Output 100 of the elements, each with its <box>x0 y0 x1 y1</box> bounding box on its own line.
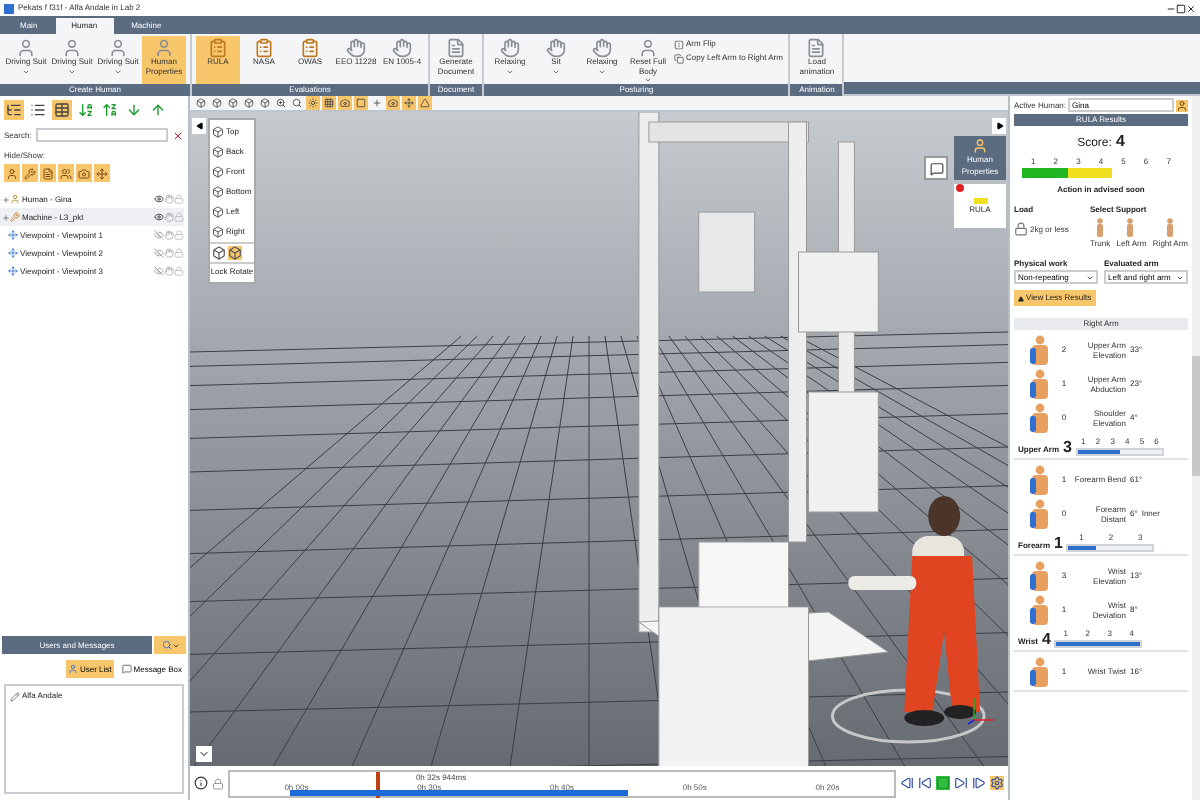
cube-icon[interactable] <box>226 96 240 110</box>
clipboard-icon <box>300 38 320 58</box>
eye-off-icon[interactable] <box>154 248 164 258</box>
move-icon[interactable] <box>402 96 416 110</box>
hand-icon <box>592 38 612 58</box>
cube-icon <box>212 166 224 178</box>
expand-icon[interactable] <box>2 195 10 203</box>
copy-icon <box>674 53 684 63</box>
posture-icon <box>1026 593 1054 625</box>
app-logo-icon <box>4 3 14 13</box>
arrow-up-icon[interactable] <box>148 100 168 120</box>
hand-icon[interactable] <box>164 266 174 276</box>
table-icon[interactable] <box>52 100 72 120</box>
cube-icon[interactable] <box>258 96 272 110</box>
eye-off-icon[interactable] <box>154 266 164 276</box>
cube-icon[interactable] <box>212 246 226 260</box>
message-icon <box>121 664 132 674</box>
hand-icon[interactable] <box>164 230 174 240</box>
wrench-icon <box>10 212 20 222</box>
clear-icon[interactable] <box>172 129 184 141</box>
cube-icon[interactable] <box>210 96 224 110</box>
square-icon[interactable] <box>354 96 368 110</box>
skip-back-icon[interactable] <box>918 776 932 790</box>
seated-figure-icon[interactable] <box>1124 218 1139 238</box>
expand-icon[interactable] <box>2 213 10 221</box>
move-icon <box>8 248 18 258</box>
sun-icon[interactable] <box>306 96 320 110</box>
search-icon[interactable] <box>290 96 304 110</box>
sort-descending-icon[interactable] <box>100 100 120 120</box>
person-icon <box>16 38 36 58</box>
total-score: 4 <box>1041 630 1051 648</box>
person-icon <box>108 38 128 58</box>
flip-icon <box>674 39 684 49</box>
skip-forward-icon[interactable] <box>954 776 968 790</box>
user-search-button[interactable] <box>154 636 186 654</box>
move-icon <box>8 230 18 240</box>
arrow-down-icon[interactable] <box>124 100 144 120</box>
person-icon <box>62 38 82 58</box>
move-icon[interactable] <box>94 164 110 182</box>
sort-ascending-icon[interactable] <box>76 100 96 120</box>
cube-icon <box>212 226 224 238</box>
maximize-icon[interactable] <box>1176 3 1186 13</box>
hand-icon <box>392 38 412 58</box>
triangle-icon[interactable] <box>418 96 432 110</box>
person-icon[interactable] <box>4 164 20 182</box>
person-icon[interactable] <box>1176 99 1188 111</box>
person-icon <box>638 38 658 58</box>
posture-icon <box>1026 497 1054 529</box>
move-icon <box>8 266 18 276</box>
hand-icon <box>500 38 520 58</box>
document-icon[interactable] <box>40 164 56 182</box>
score-value: 4 <box>1115 130 1125 154</box>
total-score: 1 <box>1054 534 1063 552</box>
search-field[interactable] <box>35 128 168 142</box>
cube-icon[interactable] <box>194 96 208 110</box>
caret-icon <box>198 748 210 760</box>
plus-icon[interactable] <box>370 96 384 110</box>
camera-icon[interactable] <box>76 164 92 182</box>
step-back-icon[interactable] <box>900 776 914 790</box>
cube-icon <box>212 146 224 158</box>
zoom-icon[interactable] <box>274 96 288 110</box>
eye-icon[interactable] <box>154 212 164 222</box>
people-icon[interactable] <box>58 164 74 182</box>
eye-off-icon[interactable] <box>154 230 164 240</box>
camera-icon[interactable] <box>338 96 352 110</box>
lock-icon[interactable] <box>212 777 224 789</box>
cube-icon <box>212 126 224 138</box>
posture-icon <box>1026 333 1054 365</box>
seated-figure-icon[interactable] <box>1163 218 1178 238</box>
person-icon <box>67 664 78 674</box>
posture-icon <box>1026 559 1054 591</box>
tree-icon[interactable] <box>4 100 24 120</box>
cube-icon[interactable] <box>242 96 256 110</box>
total-score: 3 <box>1063 438 1072 456</box>
clipboard-icon <box>254 38 274 58</box>
search-icon <box>161 640 171 650</box>
person-icon <box>10 194 20 204</box>
collapse-left-button[interactable] <box>192 118 206 134</box>
posture-icon <box>1026 655 1054 687</box>
hand-icon[interactable] <box>164 248 174 258</box>
settings-icon[interactable] <box>990 776 1004 790</box>
wrench-icon[interactable] <box>22 164 38 182</box>
collapse-right-button[interactable] <box>992 118 1006 134</box>
triangle-icon <box>1018 295 1024 301</box>
document-icon <box>446 38 466 58</box>
comment-icon[interactable] <box>924 156 948 180</box>
seated-figure-icon[interactable] <box>1093 218 1108 238</box>
camera-icon[interactable] <box>386 96 400 110</box>
collapse-down-button[interactable] <box>196 746 212 762</box>
perspective-icon[interactable] <box>228 246 242 260</box>
step-forward-icon[interactable] <box>972 776 986 790</box>
posture-icon <box>1026 401 1054 433</box>
cube-icon <box>212 186 224 198</box>
grid-icon[interactable] <box>322 96 336 110</box>
info-icon[interactable] <box>194 776 208 790</box>
axes-icon <box>968 694 996 726</box>
eye-icon[interactable] <box>154 194 164 204</box>
document-icon <box>806 38 827 58</box>
posture-icon <box>1026 463 1054 495</box>
posture-icon <box>1026 367 1054 399</box>
